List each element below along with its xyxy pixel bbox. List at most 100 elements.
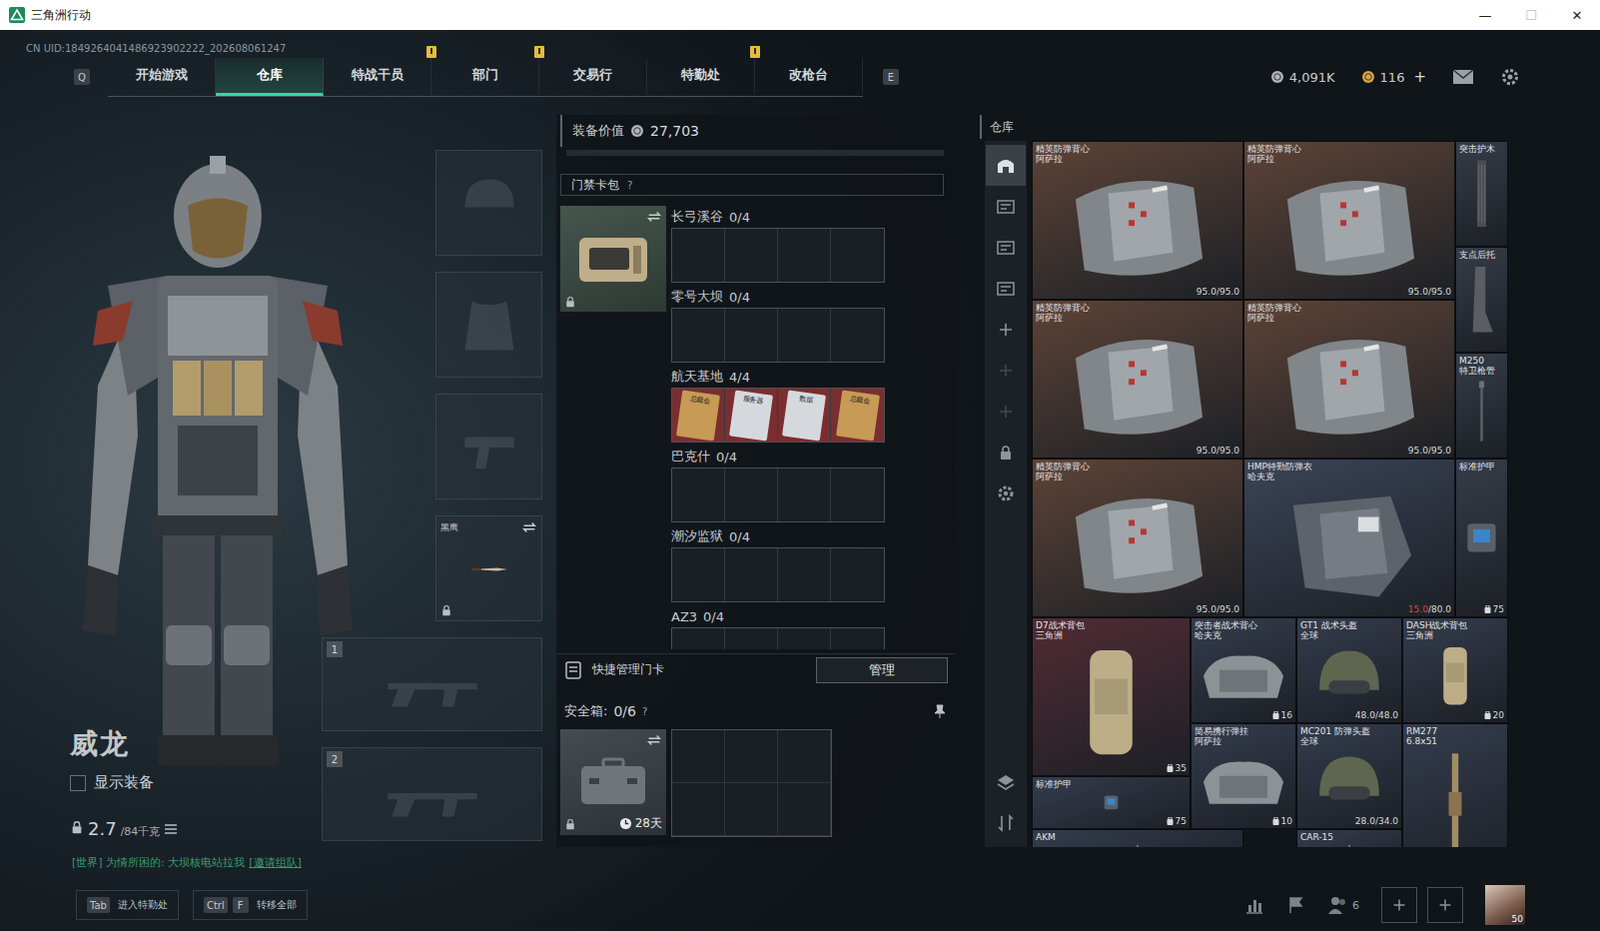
stash-filter[interactable] <box>985 226 1026 268</box>
stash-item[interactable]: 精英防弹背心阿萨拉95.0/95.0 <box>1243 299 1456 459</box>
keycard-slot[interactable]: 总裁会 <box>672 388 726 442</box>
keycard-slot[interactable] <box>672 548 726 602</box>
keycard-slot[interactable] <box>830 308 884 362</box>
keycard-case-tile[interactable] <box>560 205 667 312</box>
keycard-slot[interactable] <box>830 228 884 282</box>
stash-item[interactable]: 标准护甲75 <box>1455 458 1509 618</box>
list-icon[interactable] <box>163 822 178 835</box>
pin-icon[interactable] <box>933 704 946 719</box>
keycard-slot[interactable] <box>830 468 884 522</box>
keycard[interactable]: 数据 <box>782 389 826 441</box>
invite-slot[interactable] <box>1427 886 1464 923</box>
safebox-tile[interactable]: 28天 <box>560 729 667 835</box>
keycard-slot[interactable] <box>725 548 779 602</box>
mail-icon[interactable] <box>1452 68 1475 85</box>
stash-filter[interactable] <box>985 431 1026 473</box>
stash-item[interactable]: 精英防弹背心阿萨拉95.0/95.0 <box>1031 299 1244 459</box>
next-tab-key[interactable]: E <box>882 68 899 85</box>
show-gear-toggle[interactable]: 显示装备 <box>69 773 322 793</box>
help-button[interactable]: ? <box>627 179 633 191</box>
squad-button[interactable]: 6 <box>1328 895 1360 914</box>
safebox-cell[interactable] <box>725 730 779 784</box>
window-control-button[interactable]: — <box>1462 0 1509 30</box>
equipment-slot[interactable]: 黑鹰 <box>435 515 543 622</box>
equipment-slot[interactable] <box>435 271 543 378</box>
nav-tab[interactable]: 仓库 <box>215 57 324 96</box>
stash-tool[interactable] <box>985 761 1026 802</box>
stash-item[interactable]: AKM <box>1031 828 1244 847</box>
key-hint[interactable]: Tab进入特勤处 <box>75 889 179 920</box>
window-control-button[interactable]: ✕ <box>1554 0 1600 30</box>
keycard-slot[interactable] <box>725 308 779 362</box>
keycard[interactable]: 总裁会 <box>676 389 721 441</box>
stash-item[interactable]: 突击者战术背心哈夫克16 <box>1190 617 1297 724</box>
add-currency-button[interactable]: + <box>1413 67 1427 86</box>
keycard-slot[interactable] <box>672 468 726 522</box>
keycard-slot[interactable] <box>778 228 831 282</box>
stats-icon[interactable] <box>1244 895 1265 914</box>
nav-tab[interactable]: 开始游戏 <box>107 57 216 96</box>
safebox-cell[interactable] <box>672 783 726 836</box>
invite-slot[interactable] <box>1381 886 1418 923</box>
stash-item[interactable]: DASH战术背包三角洲20 <box>1402 617 1509 724</box>
stash-item[interactable]: 突击护木 <box>1455 140 1509 247</box>
flag-icon[interactable] <box>1286 894 1307 915</box>
manage-button[interactable]: 管理 <box>815 657 948 684</box>
nav-tab[interactable]: 特战干员 <box>323 57 432 96</box>
stash-filter[interactable] <box>985 472 1026 514</box>
nav-tab[interactable]: 特勤处 <box>647 57 756 96</box>
equipment-slot[interactable] <box>435 393 543 500</box>
keycard-slot[interactable] <box>830 628 884 650</box>
stash-item[interactable]: GT1 战术头盔全球48.0/48.0 <box>1296 617 1403 724</box>
keycard[interactable]: 总裁会 <box>834 389 879 441</box>
stash-item[interactable]: 简易携行弹挂阿萨拉10 <box>1190 723 1297 829</box>
stash-item[interactable]: 精英防弹背心阿萨拉95.0/95.0 <box>1243 140 1456 300</box>
player-avatar[interactable]: 50 <box>1485 884 1526 925</box>
stash-item[interactable]: RM2776.8x51 <box>1402 723 1509 847</box>
key-hint[interactable]: CtrlF转移全部 <box>192 889 308 920</box>
keycard-slot[interactable] <box>778 308 831 362</box>
nav-tab[interactable]: 部门 <box>431 57 540 96</box>
keycard-slot[interactable] <box>672 228 726 282</box>
keycard-slot[interactable]: 总裁会 <box>830 388 884 442</box>
equipment-slot[interactable] <box>435 149 543 256</box>
swap-icon[interactable] <box>521 519 538 536</box>
equipment-slot[interactable]: 2 <box>321 747 543 841</box>
keycard-slot[interactable] <box>725 468 779 522</box>
stash-item[interactable]: 标准护甲75 <box>1031 776 1191 829</box>
stash-item[interactable]: 精英防弹背心阿萨拉95.0/95.0 <box>1031 140 1244 300</box>
stash-filter[interactable] <box>985 267 1026 309</box>
keycard-slot[interactable] <box>778 628 831 650</box>
keycard-slot[interactable] <box>725 228 779 282</box>
keycard-slot[interactable] <box>672 308 726 362</box>
help-button[interactable]: ? <box>642 706 648 718</box>
stash-item[interactable]: MC201 防弹头盔全球28.0/34.0 <box>1296 723 1403 829</box>
stash-filter[interactable] <box>985 144 1026 186</box>
stash-item[interactable]: HMP特勤防弹衣哈夫克15.0/80.0 <box>1243 458 1456 618</box>
safebox-cell[interactable] <box>672 730 726 784</box>
safebox-cell[interactable] <box>778 783 831 836</box>
keycard-slot[interactable] <box>830 548 884 602</box>
keycard-slot[interactable] <box>672 628 726 650</box>
swap-icon[interactable] <box>646 732 663 749</box>
keycard-slot[interactable] <box>725 628 779 650</box>
stash-item[interactable]: CAR-15 <box>1296 828 1403 847</box>
safebox-cell[interactable] <box>778 730 831 784</box>
nav-tab[interactable]: 交易行 <box>539 57 648 96</box>
stash-item[interactable]: 精英防弹背心阿萨拉95.0/95.0 <box>1031 458 1244 618</box>
keycard-slot[interactable] <box>778 548 831 602</box>
equipment-slot[interactable]: 1 <box>321 637 543 732</box>
stash-item[interactable]: M250特卫枪管 <box>1455 352 1509 459</box>
stash-item[interactable]: D7战术背包三角洲35 <box>1031 617 1191 777</box>
prev-tab-key[interactable]: Q <box>73 68 90 85</box>
stash-filter[interactable] <box>985 185 1026 227</box>
swap-icon[interactable] <box>646 208 663 225</box>
stash-item[interactable]: 支点后托 <box>1455 246 1509 353</box>
stash-filter[interactable] <box>985 308 1026 350</box>
gear-icon[interactable] <box>1500 66 1521 87</box>
show-gear-checkbox[interactable] <box>69 775 86 792</box>
keycard-slot[interactable] <box>778 468 831 522</box>
stash-tool[interactable] <box>985 801 1026 843</box>
nav-tab[interactable]: 改枪台 <box>755 57 863 96</box>
keycard-slot[interactable]: 数据 <box>778 388 831 442</box>
